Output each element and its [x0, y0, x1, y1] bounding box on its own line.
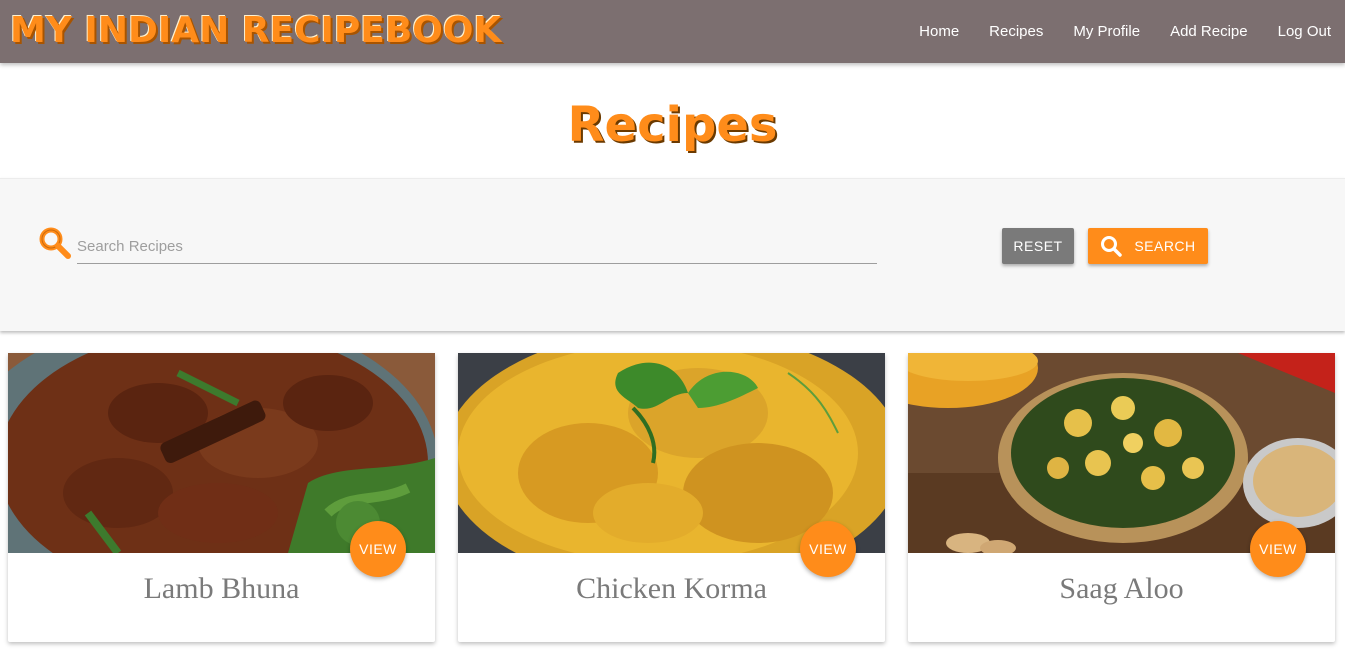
nav-log-out[interactable]: Log Out	[1278, 23, 1331, 40]
search-button-label: SEARCH	[1134, 238, 1196, 254]
nav-my-profile[interactable]: My Profile	[1073, 23, 1140, 40]
nav-recipes[interactable]: Recipes	[989, 23, 1043, 40]
reset-button[interactable]: RESET	[1002, 228, 1074, 264]
recipe-title[interactable]: Saag Aloo	[908, 565, 1335, 613]
page-title: Recipes	[567, 97, 778, 153]
search-button-icon	[1101, 236, 1123, 257]
navbar: MY INDIAN RECIPEBOOK Home Recipes My Pro…	[0, 0, 1345, 63]
recipe-title[interactable]: Chicken Korma	[458, 565, 885, 613]
nav-home[interactable]: Home	[919, 23, 959, 40]
search-icon	[39, 227, 71, 259]
nav-links: Home Recipes My Profile Add Recipe Log O…	[889, 0, 1331, 63]
recipe-card: VIEW Chicken Korma	[458, 353, 885, 642]
recipe-title[interactable]: Lamb Bhuna	[8, 565, 435, 613]
nav-add-recipe[interactable]: Add Recipe	[1170, 23, 1248, 40]
brand-logo[interactable]: MY INDIAN RECIPEBOOK	[10, 9, 501, 53]
recipe-card: VIEW Saag Aloo	[908, 353, 1335, 642]
search-panel: RESET SEARCH	[0, 178, 1345, 331]
search-button[interactable]: SEARCH	[1088, 228, 1208, 264]
search-input[interactable]	[77, 229, 877, 264]
recipe-card: VIEW Lamb Bhuna	[8, 353, 435, 642]
